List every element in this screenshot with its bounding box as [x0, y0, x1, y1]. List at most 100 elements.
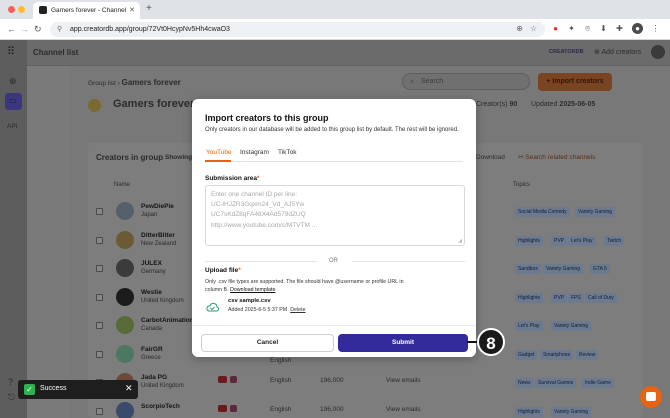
topic-tag[interactable]: Sandbox	[515, 264, 541, 274]
topic-tag[interactable]: Highlights	[515, 236, 543, 246]
topic-tag[interactable]: PVP	[551, 293, 568, 303]
topic-tag[interactable]: Twitch	[604, 236, 625, 246]
logout-icon[interactable]: ⎋	[8, 392, 15, 403]
resize-handle-icon[interactable]: ◢	[458, 238, 462, 244]
topic-tag[interactable]: Call of Duty	[585, 293, 617, 303]
tab-tiktok[interactable]: TikTok	[278, 149, 297, 156]
extension-pin-icon[interactable]: ⌾	[582, 23, 593, 34]
app-grid-icon[interactable]: ⠿	[7, 46, 20, 59]
topic-tag[interactable]: Let's Play	[568, 236, 596, 246]
creator-name[interactable]: JULEX	[141, 260, 162, 267]
toast-close-icon[interactable]: ✕	[125, 383, 133, 394]
topic-tag[interactable]: Highlights	[515, 293, 543, 303]
uploaded-file-name: csv sample.csv	[228, 298, 271, 304]
download-link[interactable]: Download	[476, 154, 505, 161]
topic-tag[interactable]: Highlights	[515, 407, 543, 417]
view-emails-link[interactable]: View emails	[386, 377, 421, 384]
textarea-placeholder: Enter one channel ID per line: UC-lHJZR3…	[211, 191, 318, 229]
topic-tag[interactable]: PVP	[551, 236, 568, 246]
creator-name[interactable]: Jada PG	[141, 374, 167, 381]
topic-tag[interactable]: Indie Game	[582, 378, 614, 388]
cloud-check-icon	[206, 302, 219, 312]
row-checkbox[interactable]	[96, 208, 103, 215]
delete-file-link[interactable]: Delete	[290, 307, 305, 313]
view-emails-link[interactable]: View emails	[386, 406, 421, 413]
breadcrumb-root[interactable]: Group list	[88, 80, 116, 87]
topic-tag[interactable]: Gadget	[515, 350, 538, 360]
channel-id-textarea[interactable]: Enter one channel ID per line: UC-lHJZR3…	[205, 185, 465, 246]
creator-name[interactable]: ScorpioTech	[141, 403, 180, 410]
creator-name[interactable]: DitterBitter	[141, 232, 175, 239]
add-creators-link[interactable]: ⊕ Add creators	[594, 48, 641, 56]
globe-icon[interactable]: ⊕	[9, 76, 17, 87]
address-bar[interactable]: ⚲ app.creatordb.app/group/72Vt0HcypNv5Hh…	[50, 22, 545, 37]
topic-tag[interactable]: FPS	[568, 293, 584, 303]
row-checkbox[interactable]	[96, 294, 103, 301]
topic-tag[interactable]: Variety Gaming	[575, 207, 616, 217]
chat-bubble-icon	[646, 392, 656, 401]
instagram-icon[interactable]	[230, 376, 237, 383]
nav-api[interactable]: API	[7, 123, 17, 130]
row-checkbox[interactable]	[96, 351, 103, 358]
creator-country: United Kingdom	[141, 383, 184, 389]
youtube-icon[interactable]	[218, 376, 227, 383]
extension-ai-icon[interactable]: ✦	[566, 23, 577, 34]
extension-record-icon[interactable]: ●	[550, 23, 561, 34]
row-checkbox[interactable]	[96, 408, 103, 415]
topic-tag[interactable]: Let's Play	[515, 321, 543, 331]
user-avatar[interactable]	[651, 45, 665, 59]
topic-tag[interactable]: Variety Gaming	[551, 407, 592, 417]
import-creators-button[interactable]: + Import creators	[538, 73, 612, 91]
group-title: Gamers forever	[113, 98, 195, 110]
topic-tag[interactable]: Variety Gaming	[551, 321, 592, 331]
search-related-link[interactable]: ⚯ Search related channels	[518, 153, 595, 161]
back-icon[interactable]: ←	[7, 24, 16, 34]
creator-name[interactable]: FairGR	[141, 346, 163, 353]
profile-avatar-icon[interactable]: ●	[632, 23, 643, 34]
extensions-puzzle-icon[interactable]: ✚	[614, 23, 625, 34]
download-template-link[interactable]: Download template	[230, 287, 275, 293]
browser-tab-active[interactable]: Gamers forever - Channel list ✕	[33, 2, 140, 19]
chat-support-button[interactable]	[640, 386, 662, 408]
minimize-window-icon[interactable]	[18, 6, 25, 13]
reload-icon[interactable]: ↻	[34, 24, 42, 35]
creator-name[interactable]: PewDiePie	[141, 203, 174, 210]
submit-button[interactable]: Submit	[338, 334, 468, 352]
creator-country: Japan	[141, 212, 158, 218]
row-language: English	[270, 377, 292, 384]
row-checkbox[interactable]	[96, 237, 103, 244]
creator-name[interactable]: CarbotAnimations	[141, 317, 197, 324]
nav-folder-active[interactable]: ▭	[5, 93, 22, 110]
youtube-icon[interactable]	[218, 405, 227, 412]
install-app-icon[interactable]: ⊕	[516, 24, 523, 33]
row-checkbox[interactable]	[96, 322, 103, 329]
tab-youtube[interactable]: YouTube	[206, 149, 232, 156]
or-divider-text: OR	[329, 258, 338, 264]
topic-tag[interactable]: Review	[576, 350, 599, 360]
topic-tag[interactable]: News	[515, 378, 534, 388]
tab-instagram[interactable]: Instagram	[240, 149, 269, 156]
topic-tag[interactable]: Smartphone	[540, 350, 574, 360]
topic-tag[interactable]: Variety Gaming	[543, 264, 584, 274]
new-tab-icon[interactable]: +	[146, 3, 152, 14]
topic-tag[interactable]: GTA 5	[590, 264, 610, 274]
column-header-name[interactable]: Name	[114, 182, 130, 188]
site-info-icon[interactable]: ⚲	[57, 25, 62, 33]
tab-close-icon[interactable]: ✕	[129, 6, 135, 14]
forward-icon[interactable]: →	[20, 24, 29, 34]
bookmark-star-icon[interactable]: ☆	[530, 24, 537, 33]
close-window-icon[interactable]	[8, 6, 15, 13]
browser-menu-icon[interactable]: ⋮	[650, 23, 661, 34]
instagram-icon[interactable]	[230, 405, 237, 412]
column-header-topics[interactable]: Topics	[513, 182, 530, 188]
creator-name[interactable]: Westie	[141, 289, 162, 296]
search-input[interactable]: ⌕ Search	[402, 73, 530, 90]
row-checkbox[interactable]	[96, 265, 103, 272]
submission-area-label: Submission area*	[205, 175, 260, 182]
updated-info: Updated 2025-06-05	[531, 101, 595, 108]
cancel-button[interactable]: Cancel	[201, 334, 334, 352]
extension-save-icon[interactable]: ⬇	[598, 23, 609, 34]
help-icon[interactable]: ?	[8, 377, 13, 387]
topic-tag[interactable]: Survival Games	[535, 378, 577, 388]
topic-tag[interactable]: Social Media Comedy	[515, 207, 570, 217]
